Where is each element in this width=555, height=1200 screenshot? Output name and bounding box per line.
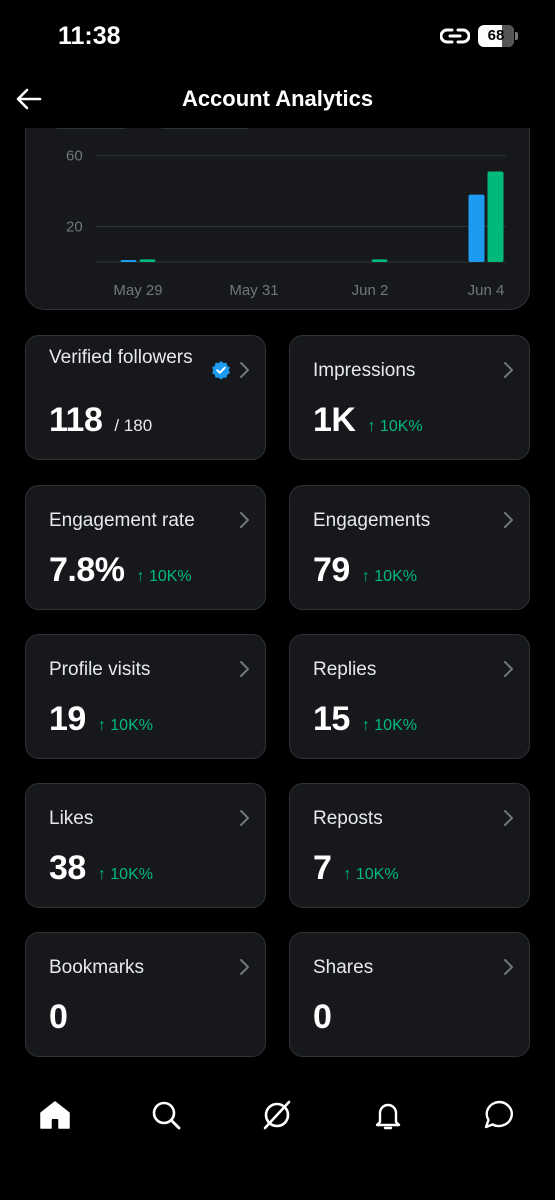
metric-change: ↑ 10K%	[136, 568, 192, 585]
metric-value-row: 0	[49, 998, 68, 1037]
metric-card-bookmarks[interactable]: Bookmarks 0	[25, 932, 266, 1057]
bar-chart: 20 60 May 29 May 31 Jun 2 Jun 4	[66, 148, 506, 299]
metric-card-impressions[interactable]: Impressions 1K ↑ 10K%	[289, 335, 530, 460]
metric-change: ↑ 10K%	[343, 866, 399, 883]
notifications-icon[interactable]	[371, 1098, 405, 1132]
metric-value: 38	[49, 849, 86, 887]
metric-value-row: 1K ↑ 10K%	[313, 401, 423, 440]
metric-change: ↑ 10K%	[97, 866, 153, 883]
metric-card-shares[interactable]: Shares 0	[289, 932, 530, 1057]
metric-label: Impressions	[313, 360, 416, 381]
chart-card: 20 60 May 29 May 31 Jun 2 Jun 4	[25, 128, 530, 310]
metric-value: 7.8%	[49, 551, 125, 589]
metric-label: Profile visits	[49, 659, 151, 680]
analytics-content[interactable]: 20 60 May 29 May 31 Jun 2 Jun 4 Verified foll…	[0, 128, 555, 1068]
home-icon[interactable]	[38, 1098, 72, 1132]
metric-value: 0	[313, 998, 332, 1036]
chart-bar[interactable]	[468, 194, 485, 262]
chevron-right-icon	[504, 512, 513, 528]
metric-card-likes[interactable]: Likes 38 ↑ 10K%	[25, 783, 266, 908]
metric-label: Engagement rate	[49, 510, 195, 531]
chevron-right-icon	[240, 959, 249, 975]
metric-value-row: 15 ↑ 10K%	[313, 700, 417, 739]
chevron-right-icon	[504, 362, 513, 378]
y-tick-label: 60	[66, 148, 83, 165]
chevron-right-icon	[240, 512, 249, 528]
metric-value-row: 0	[313, 998, 332, 1037]
metric-value-row: 79 ↑ 10K%	[313, 551, 417, 590]
metric-label: Bookmarks	[49, 957, 145, 978]
metric-value: 79	[313, 551, 350, 589]
battery-indicator: 68	[478, 25, 518, 47]
metric-total: / 180	[114, 416, 153, 435]
chevron-right-icon	[504, 661, 513, 677]
metric-label: Shares	[313, 957, 374, 978]
chart-bar[interactable]	[139, 259, 156, 262]
link-icon	[440, 28, 470, 44]
metric-value: 118	[49, 401, 103, 439]
chevron-right-icon	[240, 661, 249, 677]
chart-bar[interactable]	[120, 260, 137, 262]
metric-value: 19	[49, 700, 86, 738]
metric-change: ↑ 10K%	[367, 418, 423, 435]
metric-value-row: 19 ↑ 10K%	[49, 700, 153, 739]
x-tick-label: May 29	[113, 282, 162, 299]
metric-change: ↑ 10K%	[361, 717, 417, 734]
metric-value: 1K	[313, 401, 356, 439]
metric-value-row: 118 / 180	[49, 401, 152, 440]
chevron-right-icon	[240, 362, 249, 378]
metric-value-row: 38 ↑ 10K%	[49, 849, 153, 888]
chevron-right-icon	[504, 810, 513, 826]
chart-bar[interactable]	[371, 259, 388, 262]
metric-value: 0	[49, 998, 68, 1036]
metric-card-replies[interactable]: Replies 15 ↑ 10K%	[289, 634, 530, 759]
metric-label: Likes	[49, 808, 94, 829]
x-tick-label: Jun 2	[352, 282, 389, 299]
metric-value: 15	[313, 700, 350, 738]
page-title: Account Analytics	[181, 86, 374, 111]
search-icon[interactable]	[149, 1098, 183, 1132]
metric-change: ↑ 10K%	[97, 717, 153, 734]
metric-value: 7	[313, 849, 332, 887]
chart-bar[interactable]	[487, 171, 504, 262]
metric-card-verified-followers[interactable]: Verified followers 118 / 180	[25, 335, 266, 460]
status-bar: 11:38 68	[0, 0, 555, 72]
metric-card-reposts[interactable]: Reposts 7 ↑ 10K%	[289, 783, 530, 908]
metric-value-row: 7.8% ↑ 10K%	[49, 551, 192, 590]
chevron-right-icon	[240, 810, 249, 826]
battery-percent: 68	[487, 27, 505, 44]
metric-label: Replies	[313, 659, 377, 680]
x-tick-label: Jun 4	[468, 282, 505, 299]
status-time: 11:38	[58, 22, 121, 50]
bottom-nav	[0, 1068, 555, 1200]
messages-icon[interactable]	[482, 1098, 516, 1132]
metric-card-engagement-rate[interactable]: Engagement rate 7.8% ↑ 10K%	[25, 485, 266, 610]
grok-icon[interactable]	[260, 1098, 294, 1132]
verified-badge-icon	[212, 361, 230, 380]
metric-card-engagements[interactable]: Engagements 79 ↑ 10K%	[289, 485, 530, 610]
x-tick-label: May 31	[229, 282, 278, 299]
chevron-right-icon	[504, 959, 513, 975]
metric-label: Engagements	[313, 510, 431, 531]
metric-change: ↑ 10K%	[361, 568, 417, 585]
y-tick-label: 20	[66, 219, 83, 236]
metric-value-row: 7 ↑ 10K%	[313, 849, 399, 888]
header: Account Analytics	[0, 72, 555, 128]
metric-label: Reposts	[313, 808, 383, 829]
metric-card-profile-visits[interactable]: Profile visits 19 ↑ 10K%	[25, 634, 266, 759]
metric-label: Verified followers	[49, 347, 193, 368]
